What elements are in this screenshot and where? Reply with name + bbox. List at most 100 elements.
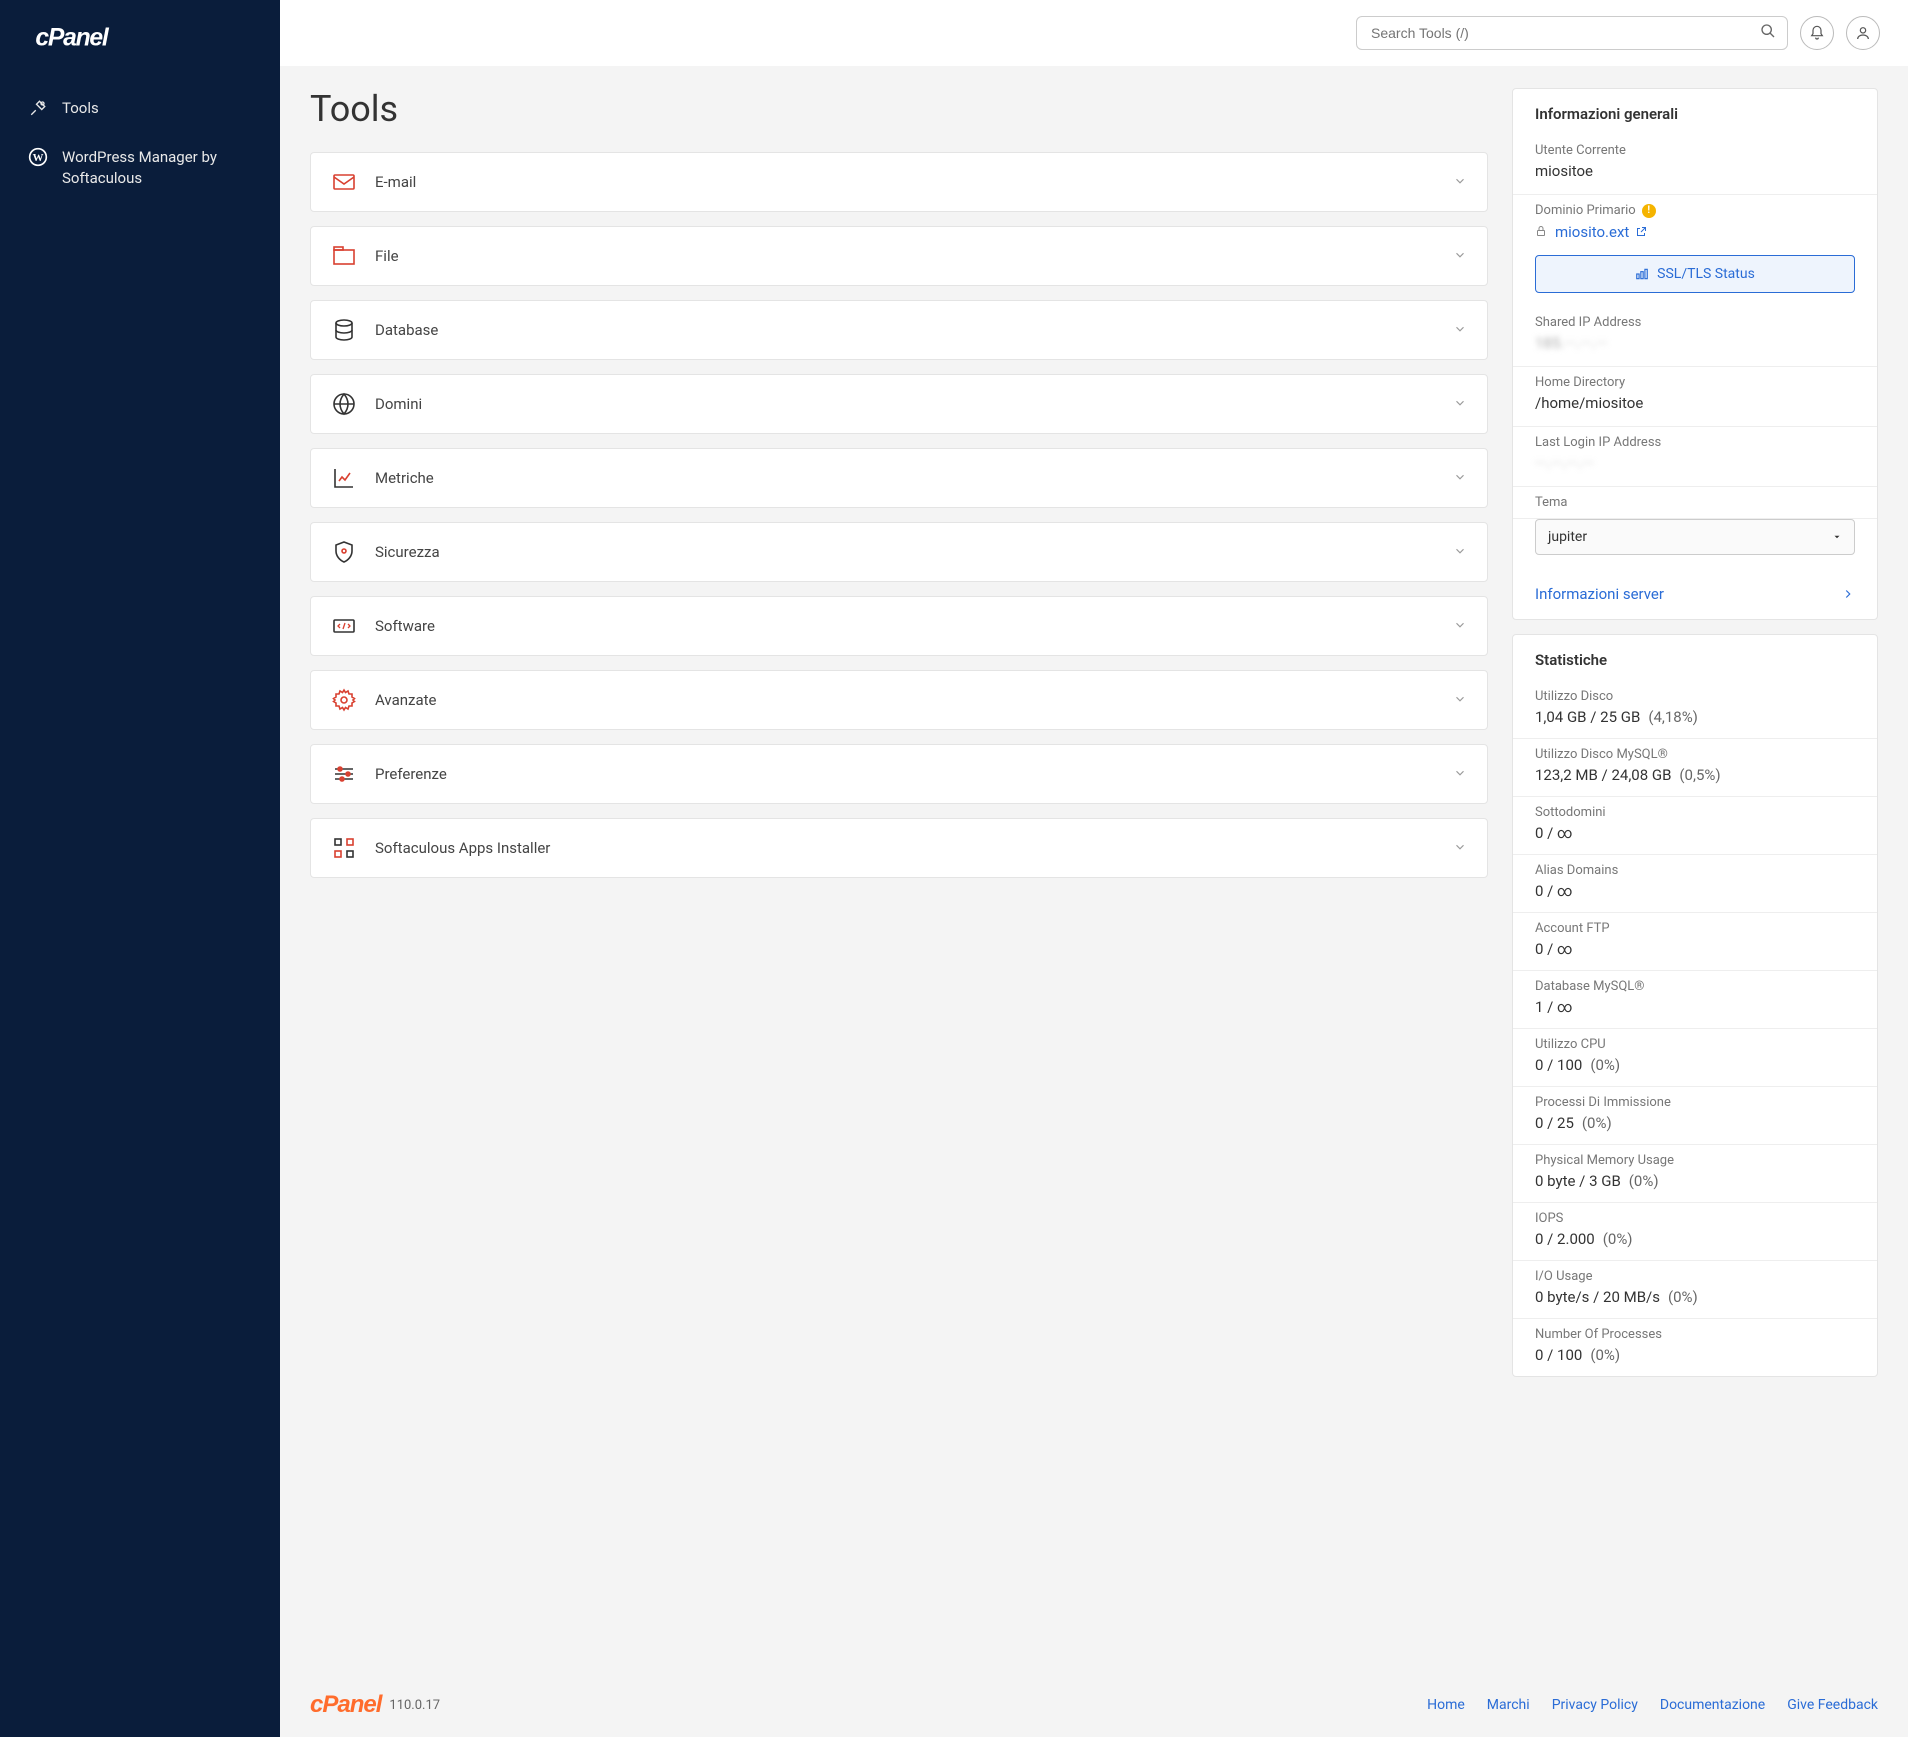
- footer-link[interactable]: Privacy Policy: [1552, 1697, 1638, 1713]
- footer-link[interactable]: Home: [1427, 1697, 1465, 1713]
- page-title: Tools: [310, 88, 1488, 130]
- last-login-value: ···.···.···.···: [1535, 454, 1855, 472]
- svg-text:cPanel: cPanel: [35, 24, 110, 51]
- topbar: [280, 0, 1908, 66]
- stats-value: 0 / 2.000(0%): [1535, 1230, 1855, 1248]
- bell-icon: [1809, 25, 1825, 41]
- footer-link[interactable]: Give Feedback: [1787, 1697, 1878, 1713]
- stats-label: I/O Usage: [1535, 1269, 1855, 1284]
- primary-domain-label: Dominio Primario !: [1535, 203, 1855, 218]
- primary-domain-link-row: miosito.ext: [1535, 222, 1855, 241]
- chart-bar-icon: [1635, 267, 1649, 281]
- section-title: Software: [375, 617, 1453, 635]
- primary-domain-row: Dominio Primario ! miosito.ext: [1513, 195, 1877, 245]
- chevron-down-icon: [1453, 173, 1467, 192]
- section-software[interactable]: Software: [310, 596, 1488, 656]
- section-title: Database: [375, 321, 1453, 339]
- chevron-down-icon: [1453, 617, 1467, 636]
- stats-row: Utilizzo Disco MySQL®123,2 MB / 24,08 GB…: [1513, 739, 1877, 797]
- stats-value: 123,2 MB / 24,08 GB(0,5%): [1535, 766, 1855, 784]
- stats-value: 0 / 100(0%): [1535, 1346, 1855, 1364]
- stats-value: 0 / ∞: [1535, 940, 1855, 958]
- gear-icon: [331, 687, 357, 713]
- section-title: Softaculous Apps Installer: [375, 839, 1453, 857]
- footer-link[interactable]: Marchi: [1487, 1697, 1530, 1713]
- shield-icon: [331, 539, 357, 565]
- wordpress-icon: W: [28, 147, 48, 167]
- section-email[interactable]: E-mail: [310, 152, 1488, 212]
- chevron-down-icon: [1453, 691, 1467, 710]
- general-info-title: Informazioni generali: [1513, 89, 1877, 135]
- section-database[interactable]: Database: [310, 300, 1488, 360]
- folder-icon: [331, 243, 357, 269]
- warning-icon[interactable]: !: [1642, 204, 1656, 218]
- stats-row: IOPS 0 / 2.000(0%): [1513, 1203, 1877, 1261]
- sidebar-nav: Tools W WordPress Manager by Softaculous: [0, 76, 280, 211]
- home-dir-row: Home Directory /home/miositoe: [1513, 367, 1877, 427]
- stats-value: 0 byte / 3 GB(0%): [1535, 1172, 1855, 1190]
- primary-domain-link[interactable]: miosito.ext: [1555, 223, 1647, 241]
- section-metrics[interactable]: Metriche: [310, 448, 1488, 508]
- footer-links: Home Marchi Privacy Policy Documentazione Gi…: [1427, 1697, 1878, 1713]
- sidebar-item-tools[interactable]: Tools: [0, 84, 280, 133]
- stats-row: Utilizzo CPU0 / 100(0%): [1513, 1029, 1877, 1087]
- general-info-panel: Informazioni generali Utente Corrente mi…: [1512, 88, 1878, 620]
- home-dir-value: /home/miositoe: [1535, 394, 1855, 412]
- stats-label: Utilizzo CPU: [1535, 1037, 1855, 1052]
- stats-label: Alias Domains: [1535, 863, 1855, 878]
- section-title: E-mail: [375, 173, 1453, 191]
- stats-row: Database MySQL®1 / ∞: [1513, 971, 1877, 1029]
- stats-value: 0 / ∞: [1535, 824, 1855, 842]
- section-advanced[interactable]: Avanzate: [310, 670, 1488, 730]
- code-icon: [331, 613, 357, 639]
- current-user-value: miositoe: [1535, 162, 1855, 180]
- sliders-icon: [331, 761, 357, 787]
- section-title: Avanzate: [375, 691, 1453, 709]
- sidebar-item-wordpress[interactable]: W WordPress Manager by Softaculous: [0, 133, 280, 203]
- theme-label: Tema: [1535, 495, 1855, 510]
- server-info-link[interactable]: Informazioni server: [1513, 569, 1877, 619]
- notifications-button[interactable]: [1800, 16, 1834, 50]
- search-icon[interactable]: [1760, 23, 1776, 43]
- section-security[interactable]: Sicurezza: [310, 522, 1488, 582]
- stats-label: Physical Memory Usage: [1535, 1153, 1855, 1168]
- external-link-icon: [1635, 226, 1647, 238]
- shared-ip-label: Shared IP Address: [1535, 315, 1855, 330]
- user-icon: [1855, 25, 1871, 41]
- section-title: Sicurezza: [375, 543, 1453, 561]
- footer-link[interactable]: Documentazione: [1660, 1697, 1765, 1713]
- stats-row: I/O Usage0 byte/s / 20 MB/s(0%): [1513, 1261, 1877, 1319]
- sidebar: cPanel Tools W WordPress Manager by Soft…: [0, 0, 280, 1737]
- stats-label: Account FTP: [1535, 921, 1855, 936]
- ssl-status-button[interactable]: SSL/TLS Status: [1535, 255, 1855, 293]
- stats-value: 0 / 25(0%): [1535, 1114, 1855, 1132]
- sidebar-item-label: Tools: [62, 98, 99, 119]
- database-icon: [331, 317, 357, 343]
- tools-icon: [28, 98, 48, 118]
- section-softaculous[interactable]: Softaculous Apps Installer: [310, 818, 1488, 878]
- chevron-down-icon: [1453, 321, 1467, 340]
- stats-label: Processi Di Immissione: [1535, 1095, 1855, 1110]
- theme-select[interactable]: jupiter: [1535, 519, 1855, 555]
- section-domains[interactable]: Domini: [310, 374, 1488, 434]
- stats-label: IOPS: [1535, 1211, 1855, 1226]
- current-user-label: Utente Corrente: [1535, 143, 1855, 158]
- footer-logo[interactable]: cPanel 110.0.17: [310, 1691, 440, 1719]
- stats-row: Alias Domains 0 / ∞: [1513, 855, 1877, 913]
- logo[interactable]: cPanel: [0, 0, 280, 76]
- section-preferences[interactable]: Preferenze: [310, 744, 1488, 804]
- section-file[interactable]: File: [310, 226, 1488, 286]
- stats-label: Number Of Processes: [1535, 1327, 1855, 1342]
- chevron-right-icon: [1841, 587, 1855, 601]
- current-user-row: Utente Corrente miositoe: [1513, 135, 1877, 195]
- chevron-down-icon: [1453, 395, 1467, 414]
- stats-panel: Statistiche Utilizzo Disco1,04 GB / 25 G…: [1512, 634, 1878, 1377]
- stats-value: 0 / ∞: [1535, 882, 1855, 900]
- globe-icon: [331, 391, 357, 417]
- theme-row: Tema: [1513, 487, 1877, 519]
- user-menu-button[interactable]: [1846, 16, 1880, 50]
- stats-row: Utilizzo Disco1,04 GB / 25 GB(4,18%): [1513, 681, 1877, 739]
- last-login-row: Last Login IP Address ···.···.···.···: [1513, 427, 1877, 487]
- section-title: Metriche: [375, 469, 1453, 487]
- search-input[interactable]: [1356, 16, 1788, 50]
